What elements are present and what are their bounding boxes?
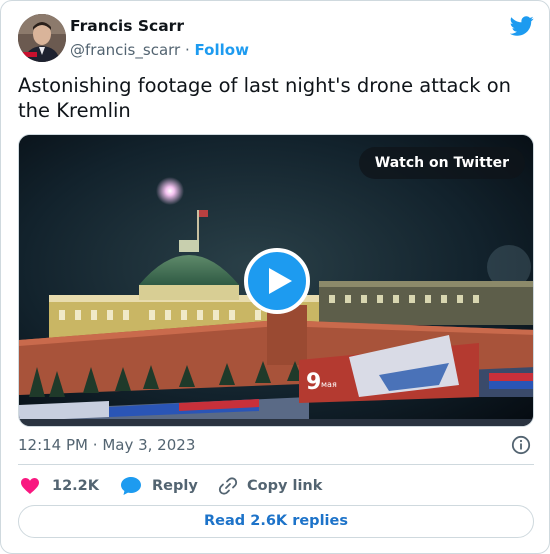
meta-separator: · — [92, 436, 98, 454]
author-info: Francis Scarr @francis_scarr · Follow — [70, 16, 249, 60]
handle-row: @francis_scarr · Follow — [70, 40, 249, 60]
like-button[interactable]: 12.2K — [20, 473, 110, 499]
tweet-date[interactable]: May 3, 2023 — [102, 436, 195, 454]
tweet-time[interactable]: 12:14 PM — [18, 436, 88, 454]
link-icon — [218, 477, 238, 495]
separator-dot: · — [184, 41, 190, 59]
reply-button[interactable]: Reply — [120, 473, 200, 499]
copy-link-label: Copy link — [247, 478, 323, 494]
read-replies-button[interactable]: Read 2.6K replies — [18, 505, 534, 538]
tweet-actions: 12.2K Reply Copy link — [18, 473, 534, 499]
play-icon — [269, 268, 292, 294]
tweet-card: Francis Scarr @francis_scarr · Follow As… — [0, 0, 550, 554]
twitter-bird-icon[interactable] — [510, 14, 534, 38]
tweet-text: Astonishing footage of last night's dron… — [18, 74, 512, 122]
follow-button[interactable]: Follow — [195, 41, 249, 59]
watch-on-twitter-button[interactable]: Watch on Twitter — [358, 147, 525, 179]
reply-label: Reply — [152, 478, 198, 494]
tweet-header: Francis Scarr @francis_scarr · Follow — [18, 14, 534, 62]
speech-bubble-icon — [121, 477, 141, 495]
divider — [18, 464, 534, 465]
tweet-meta: 12:14 PM · May 3, 2023 — [18, 434, 534, 456]
author-name[interactable]: Francis Scarr — [70, 16, 249, 36]
heart-icon — [21, 478, 39, 494]
banner-number: 9 — [306, 370, 321, 395]
author-handle[interactable]: @francis_scarr — [70, 41, 180, 59]
copy-link-button[interactable]: Copy link — [218, 473, 328, 499]
info-icon[interactable] — [511, 435, 531, 455]
like-count: 12.2K — [52, 478, 100, 494]
video-media[interactable]: 9 мая Watch on Twitter — [18, 134, 534, 427]
play-button[interactable] — [244, 248, 310, 314]
avatar[interactable] — [18, 14, 66, 62]
banner-text: мая — [321, 380, 337, 389]
